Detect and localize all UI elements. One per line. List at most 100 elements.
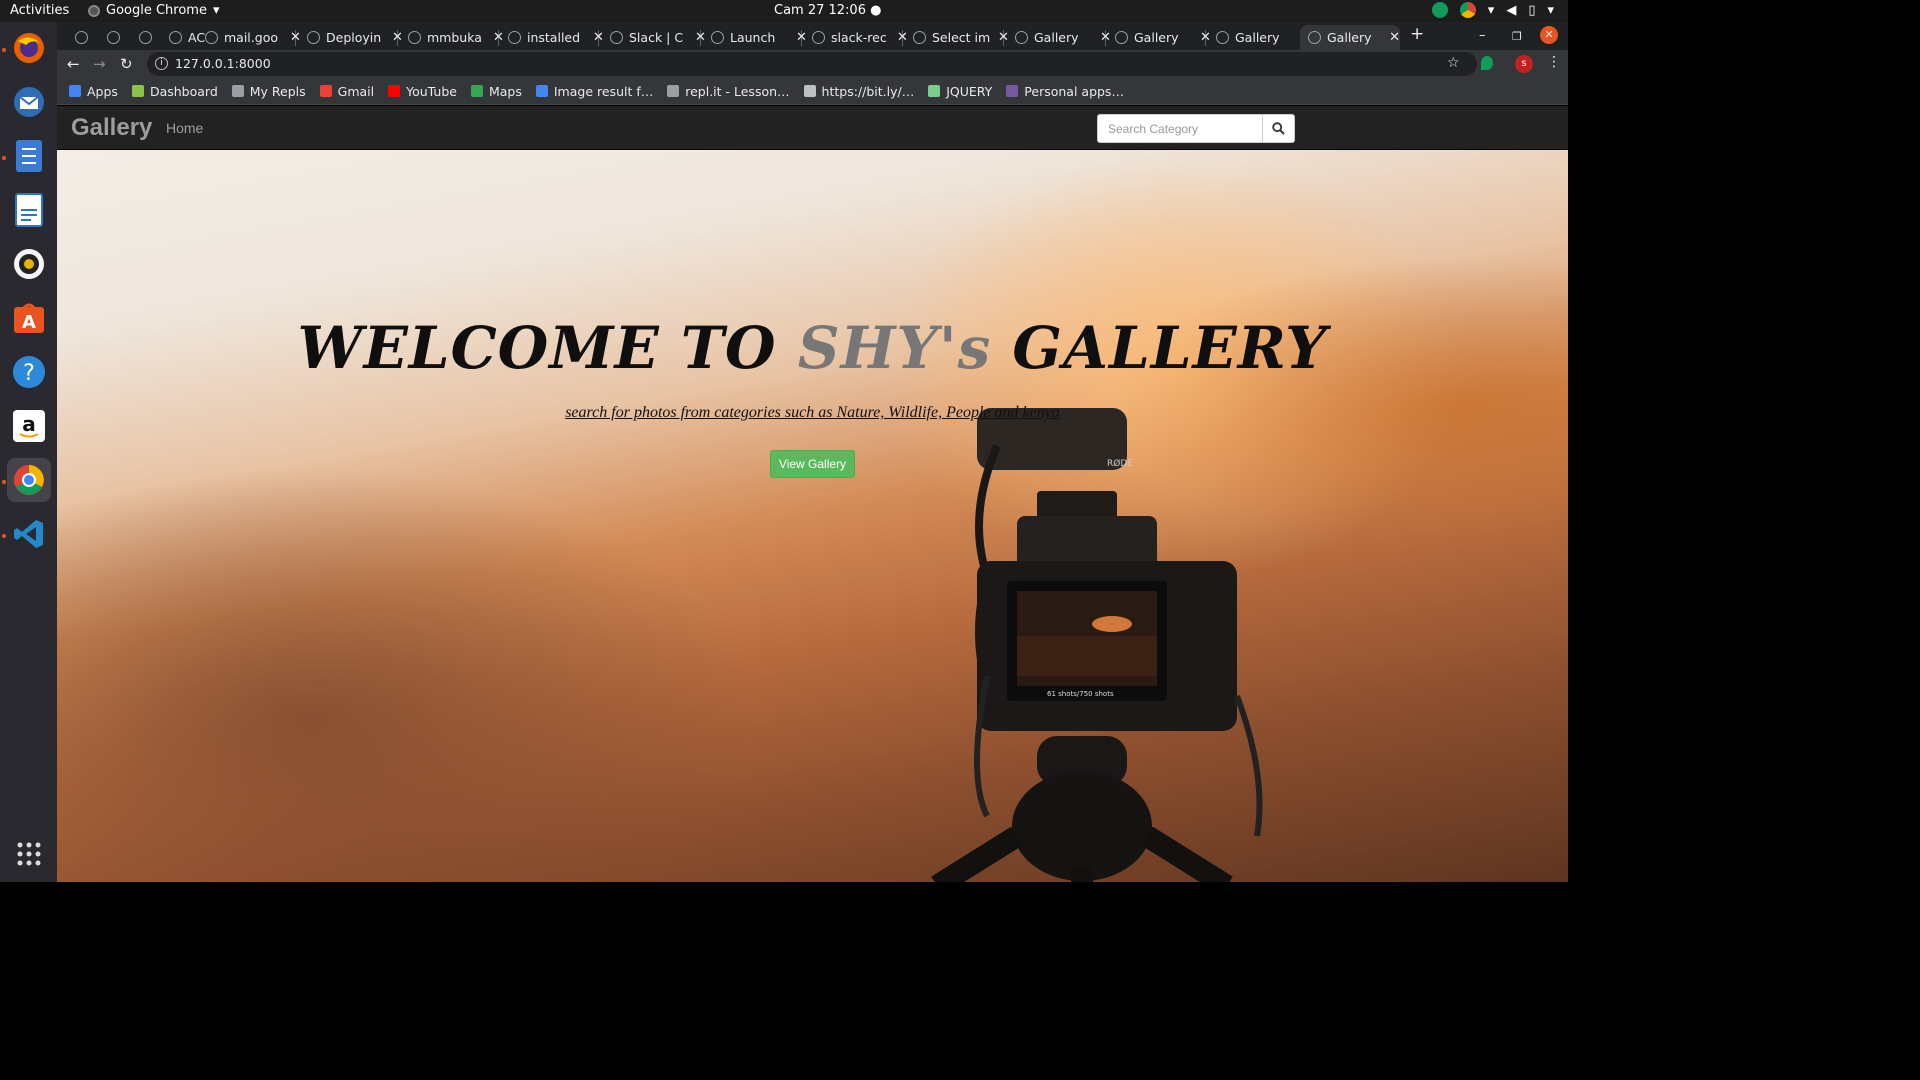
system-tray[interactable]: ▾ ◀ ▯ ▾ bbox=[1431, 2, 1554, 18]
svg-text:a: a bbox=[22, 412, 36, 436]
app-grid-icon[interactable] bbox=[7, 832, 51, 876]
site-brand[interactable]: Gallery bbox=[71, 114, 152, 142]
tab-title: mail.goo bbox=[224, 30, 278, 45]
dashboard-icon bbox=[131, 85, 144, 97]
info-icon[interactable]: i bbox=[155, 57, 168, 70]
hangouts-icon[interactable] bbox=[1431, 2, 1448, 18]
close-icon[interactable]: ✕ bbox=[1389, 30, 1400, 45]
view-gallery-button[interactable]: View Gallery bbox=[770, 450, 855, 478]
tab[interactable]: Gallery✕ bbox=[1208, 25, 1312, 50]
tab[interactable]: installed ✕ bbox=[500, 25, 604, 50]
bookmark-item[interactable]: Gmail bbox=[319, 83, 375, 99]
thunderbird-icon[interactable] bbox=[7, 80, 51, 124]
hero-title-prefix: WELCOME TO bbox=[297, 314, 798, 382]
activities-button[interactable]: Activities bbox=[10, 3, 69, 18]
web-page: RØDE 61 shots/750 shots Gallery Home WEL… bbox=[57, 106, 1568, 882]
bookmark-label: repl.it - Lesson… bbox=[685, 83, 790, 99]
address-bar[interactable]: i 127.0.0.1:8000 bbox=[147, 52, 1477, 76]
rhythmbox-icon[interactable] bbox=[7, 242, 51, 286]
close-window-button[interactable]: ✕ bbox=[1540, 26, 1558, 44]
tab-title: mmbuka bbox=[427, 30, 482, 45]
background-hill bbox=[57, 466, 757, 882]
search-input[interactable] bbox=[1097, 114, 1263, 143]
reload-button[interactable]: ↻ bbox=[120, 55, 133, 73]
restore-button[interactable]: ❐ bbox=[1512, 30, 1522, 43]
tab-title: Gallery bbox=[1134, 30, 1179, 45]
tab-favicon-icon bbox=[1015, 31, 1028, 44]
google-icon bbox=[535, 85, 548, 97]
bookmark-item[interactable]: repl.it - Lesson… bbox=[667, 83, 790, 99]
bookmark-item[interactable]: JQUERY bbox=[928, 84, 992, 99]
tab[interactable]: Deployin ✕ bbox=[299, 25, 403, 50]
bookmark-item[interactable]: https://bit.ly/… bbox=[803, 83, 915, 99]
repl-icon bbox=[231, 85, 244, 97]
hero-subtitle: search for photos from categories such a… bbox=[565, 404, 1060, 421]
power-menu-icon[interactable]: ▾ bbox=[1547, 3, 1554, 18]
chrome-icon[interactable] bbox=[7, 458, 51, 502]
tab[interactable]: Gallery✕ bbox=[1107, 25, 1211, 50]
tab-active[interactable]: Gallery ✕ bbox=[1300, 25, 1400, 50]
volume-icon[interactable]: ◀ bbox=[1506, 3, 1516, 18]
clock[interactable]: Cam 27 12:06 ● bbox=[774, 3, 881, 18]
tab[interactable]: Select im ✕ bbox=[905, 25, 1009, 50]
bookmark-item[interactable]: My Repls bbox=[231, 84, 306, 99]
extension-icon[interactable] bbox=[1481, 56, 1493, 70]
url-text: 127.0.0.1:8000 bbox=[175, 56, 271, 71]
files-icon[interactable] bbox=[7, 134, 51, 178]
writer-icon[interactable] bbox=[7, 188, 51, 232]
bookmark-label: Gmail bbox=[337, 83, 375, 99]
bookmark-item[interactable]: Personal apps… bbox=[1006, 84, 1124, 99]
app-menu[interactable]: Google Chrome ▾ bbox=[88, 3, 220, 18]
tab[interactable]: Gallery✕ bbox=[1007, 25, 1111, 50]
bookmark-item[interactable]: Dashboard bbox=[131, 84, 218, 99]
profile-avatar[interactable]: s bbox=[1515, 55, 1533, 73]
chrome-tray-icon[interactable] bbox=[1459, 2, 1476, 18]
system-top-bar: Activities Google Chrome ▾ Cam 27 12:06 … bbox=[0, 0, 1568, 22]
bookmarks-bar: Apps Dashboard My Repls Gmail YouTube Maps Ima… bbox=[57, 78, 1568, 105]
tab[interactable] bbox=[99, 25, 126, 50]
back-button[interactable]: ← bbox=[67, 55, 80, 73]
apps-grid-icon bbox=[69, 85, 81, 97]
tab[interactable] bbox=[131, 25, 158, 50]
nav-home-link[interactable]: Home bbox=[166, 120, 203, 136]
tab[interactable]: Launch ✕ bbox=[703, 25, 807, 50]
tab[interactable]: mail.goo ✕ bbox=[197, 25, 301, 50]
forward-button[interactable]: → bbox=[93, 55, 106, 73]
svg-text:A: A bbox=[22, 312, 36, 333]
bookmark-item[interactable]: Maps bbox=[470, 83, 522, 99]
tab[interactable]: slack-rec ✕ bbox=[804, 25, 908, 50]
tab-title: installed bbox=[527, 30, 581, 45]
tab-strip: AC mail.goo ✕ Deployin ✕ mmbuka ✕ installed ✕ Sla… bbox=[57, 22, 1568, 50]
tab-favicon-icon bbox=[75, 31, 88, 44]
bookmark-label: https://bit.ly/… bbox=[821, 83, 915, 99]
bookmark-item[interactable]: YouTube bbox=[388, 84, 457, 99]
youtube-icon bbox=[388, 85, 401, 97]
heroku-icon bbox=[1006, 85, 1019, 97]
tab[interactable]: mmbuka ✕ bbox=[400, 25, 504, 50]
svg-text:?: ? bbox=[23, 361, 35, 386]
tab[interactable] bbox=[67, 25, 94, 50]
bookmark-item[interactable]: Apps bbox=[69, 84, 118, 99]
svg-text:61 shots/750 shots: 61 shots/750 shots bbox=[1047, 690, 1114, 698]
vscode-icon[interactable] bbox=[7, 512, 51, 556]
chrome-menu-icon[interactable]: ⋮ bbox=[1547, 54, 1561, 70]
search-button[interactable] bbox=[1263, 114, 1295, 143]
tab-title: Slack | C bbox=[629, 30, 684, 45]
search-form bbox=[1097, 114, 1295, 143]
wifi-icon[interactable]: ▾ bbox=[1488, 3, 1495, 18]
bookmark-label: Apps bbox=[87, 83, 118, 99]
new-tab-button[interactable]: + bbox=[1410, 24, 1424, 44]
bookmark-star-icon[interactable]: ☆ bbox=[1447, 55, 1460, 71]
software-icon[interactable]: A bbox=[7, 296, 51, 340]
battery-icon[interactable]: ▯ bbox=[1528, 3, 1535, 18]
tab[interactable]: Slack | C ✕ bbox=[602, 25, 706, 50]
help-icon[interactable]: ? bbox=[7, 350, 51, 394]
amazon-icon[interactable]: a bbox=[7, 404, 51, 448]
bookmark-item[interactable]: Image result f… bbox=[535, 84, 653, 99]
tab-favicon-icon bbox=[1216, 31, 1229, 44]
bookmark-label: Personal apps… bbox=[1024, 83, 1124, 99]
firefox-icon[interactable] bbox=[7, 26, 51, 70]
gmail-icon bbox=[319, 85, 332, 97]
bookmark-label: Maps bbox=[488, 83, 522, 99]
minimize-button[interactable]: – bbox=[1479, 28, 1486, 43]
